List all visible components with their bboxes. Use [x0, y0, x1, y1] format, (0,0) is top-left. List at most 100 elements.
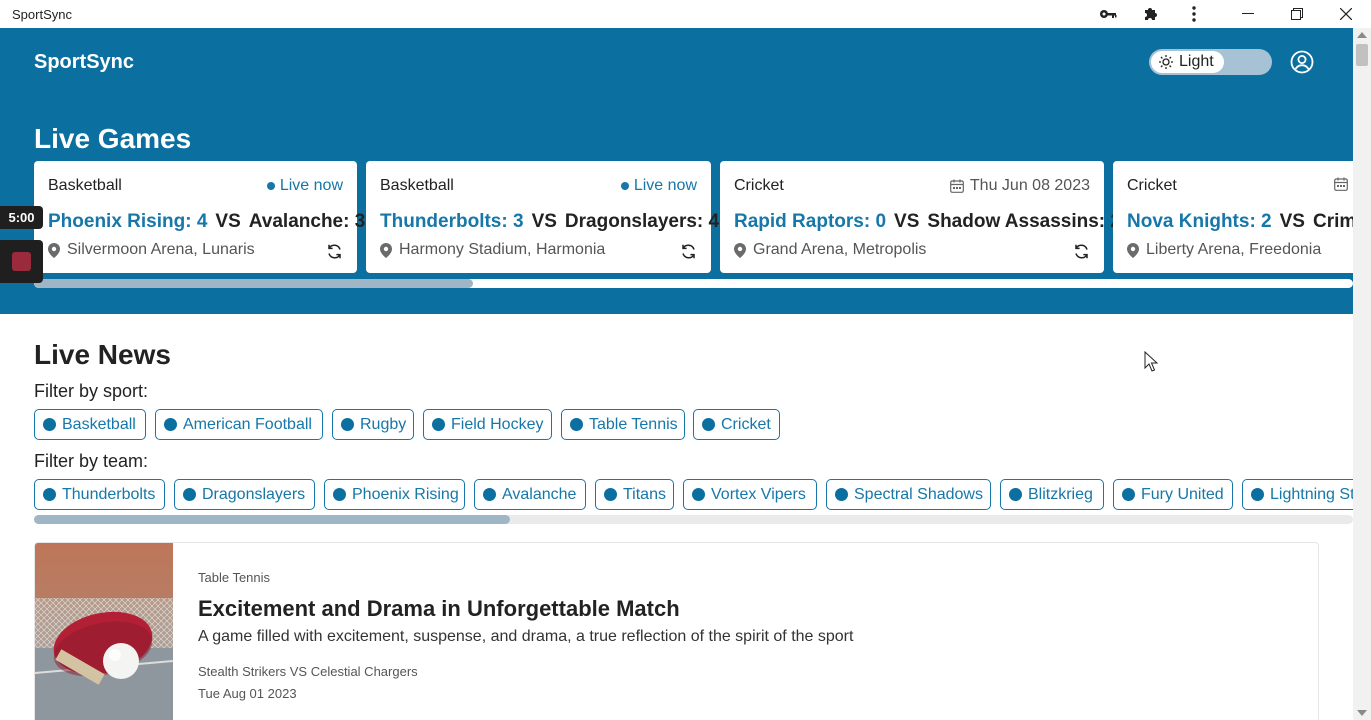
news-card[interactable]: Table Tennis Excitement and Drama in Unf…: [34, 542, 1319, 720]
team-chip-thunderbolts[interactable]: Thunderbolts: [34, 479, 165, 510]
theme-toggle-knob[interactable]: Light: [1151, 51, 1224, 73]
chip-dot-icon: [692, 488, 705, 501]
chip-label: Blitzkrieg: [1028, 485, 1093, 503]
chip-dot-icon: [835, 488, 848, 501]
chip-dot-icon: [43, 418, 56, 431]
team-chip-avalanche[interactable]: Avalanche: [474, 479, 586, 510]
theme-label: Light: [1179, 53, 1214, 70]
team-chip-blitzkrieg[interactable]: Blitzkrieg: [1000, 479, 1104, 510]
news-description: A game filled with excitement, suspense,…: [198, 628, 854, 645]
chip-label: Lightning St: [1270, 485, 1353, 503]
chip-dot-icon: [1251, 488, 1264, 501]
away-team-score[interactable]: Dragonslayers: 4: [565, 211, 719, 232]
sport-filter-label: Filter by sport:: [34, 381, 149, 401]
team-chip-lightning[interactable]: Lightning St: [1242, 479, 1353, 510]
game-sport: Basketball: [48, 177, 122, 194]
location-pin-icon: [1127, 242, 1139, 258]
game-score: Thunderbolts: 3 VS Dragonslayers: 4: [380, 211, 719, 233]
chip-label: Avalanche: [502, 485, 577, 503]
team-chip-vortex-vipers[interactable]: Vortex Vipers: [683, 479, 817, 510]
live-games-scroll-thumb[interactable]: [34, 279, 473, 288]
chip-dot-icon: [43, 488, 56, 501]
brand-logo[interactable]: SportSync: [34, 51, 134, 74]
home-team-score[interactable]: Rapid Raptors: 0: [734, 211, 886, 232]
chip-dot-icon: [483, 488, 496, 501]
vs-label: VS: [215, 211, 241, 232]
news-teams: Stealth Strikers VS Celestial Chargers: [198, 664, 418, 679]
live-news-title: Live News: [34, 339, 171, 370]
game-date: [1334, 177, 1353, 191]
home-team-score[interactable]: Thunderbolts: 3: [380, 211, 524, 232]
chip-label: Thunderbolts: [62, 485, 156, 503]
vs-label: VS: [531, 211, 557, 232]
team-chip-phoenix-rising[interactable]: Phoenix Rising: [324, 479, 465, 510]
status-text: Live now: [633, 177, 697, 194]
chip-dot-icon: [432, 418, 445, 431]
location-pin-icon: [734, 242, 746, 258]
stop-recording-button[interactable]: [0, 240, 43, 283]
sport-chip-basketball[interactable]: Basketball: [34, 409, 146, 440]
sport-chip-rugby[interactable]: Rugby: [332, 409, 414, 440]
game-card[interactable]: Basketball Live now Thunderbolts: 3 VS Dra…: [366, 161, 719, 273]
calendar-icon: [1334, 177, 1348, 191]
game-card[interactable]: Cricket Nova Knights: 2 VS Crimso Liberty …: [1113, 161, 1353, 273]
sport-chip-field-hockey[interactable]: Field Hockey: [423, 409, 552, 440]
live-dot-icon: [620, 182, 629, 190]
hero-section: SportSync Light Live Games Basketball Li…: [0, 28, 1353, 314]
location-pin-icon: [380, 242, 392, 258]
game-card[interactable]: Basketball Live now Phoenix Rising: 4 VS A…: [34, 161, 365, 273]
chip-dot-icon: [341, 418, 354, 431]
game-venue: Silvermoon Arena, Lunaris: [48, 241, 255, 259]
game-card[interactable]: Cricket Thu Jun 08 2023 Rapid Raptors: 0…: [720, 161, 1121, 273]
user-profile-icon[interactable]: [1290, 50, 1314, 74]
kebab-menu-icon[interactable]: [1183, 4, 1205, 24]
calendar-icon: [950, 179, 964, 193]
chip-dot-icon: [1009, 488, 1022, 501]
home-team-score[interactable]: Nova Knights: 2: [1127, 211, 1272, 232]
sport-chip-american-football[interactable]: American Football: [155, 409, 323, 440]
scroll-down-icon[interactable]: [1357, 710, 1367, 716]
live-dot-icon: [266, 182, 275, 190]
chip-label: Titans: [623, 485, 666, 503]
team-filter-scroll-thumb[interactable]: [34, 515, 510, 524]
chip-label: Rugby: [360, 415, 407, 433]
live-status: Live now: [266, 177, 343, 195]
team-chip-titans[interactable]: Titans: [595, 479, 674, 510]
scroll-up-icon[interactable]: [1357, 32, 1367, 38]
away-team-score[interactable]: Avalanche: 3: [249, 211, 366, 232]
sun-icon: [1159, 55, 1173, 69]
live-games-title: Live Games: [34, 123, 192, 154]
minimize-icon[interactable]: [1237, 4, 1259, 24]
vs-label: VS: [1279, 211, 1305, 232]
date-text: Thu Jun 08 2023: [969, 177, 1090, 194]
home-team-score[interactable]: Phoenix Rising: 4: [48, 211, 207, 232]
sport-chip-table-tennis[interactable]: Table Tennis: [561, 409, 685, 440]
page-scroll-thumb[interactable]: [1356, 44, 1368, 66]
refresh-icon[interactable]: [326, 243, 343, 260]
team-chip-fury-united[interactable]: Fury United: [1113, 479, 1233, 510]
puzzle-icon[interactable]: [1140, 4, 1162, 24]
sport-chip-cricket[interactable]: Cricket: [693, 409, 780, 440]
restore-icon[interactable]: [1286, 4, 1308, 24]
news-headline[interactable]: Excitement and Drama in Unforgettable Ma…: [198, 596, 680, 622]
page-scrollbar[interactable]: [1353, 28, 1371, 720]
theme-toggle[interactable]: Light: [1149, 49, 1272, 75]
chip-dot-icon: [183, 488, 196, 501]
refresh-icon[interactable]: [680, 243, 697, 260]
chip-dot-icon: [333, 488, 346, 501]
team-filter-label: Filter by team:: [34, 451, 149, 471]
team-chip-dragonslayers[interactable]: Dragonslayers: [174, 479, 315, 510]
refresh-icon[interactable]: [1073, 243, 1090, 260]
away-team-score[interactable]: Crimso: [1313, 211, 1353, 232]
game-venue: Grand Arena, Metropolis: [734, 241, 926, 259]
game-date: Thu Jun 08 2023: [950, 177, 1090, 195]
chip-label: Spectral Shadows: [854, 485, 983, 503]
game-sport: Cricket: [1127, 177, 1177, 194]
team-chip-spectral-shadows[interactable]: Spectral Shadows: [826, 479, 991, 510]
close-icon[interactable]: [1335, 4, 1357, 24]
venue-text: Silvermoon Arena, Lunaris: [67, 241, 255, 258]
game-score: Nova Knights: 2 VS Crimso: [1127, 211, 1353, 233]
news-category: Table Tennis: [198, 570, 271, 585]
key-icon[interactable]: [1097, 4, 1119, 24]
away-team-score[interactable]: Shadow Assassins: 2: [927, 211, 1121, 232]
